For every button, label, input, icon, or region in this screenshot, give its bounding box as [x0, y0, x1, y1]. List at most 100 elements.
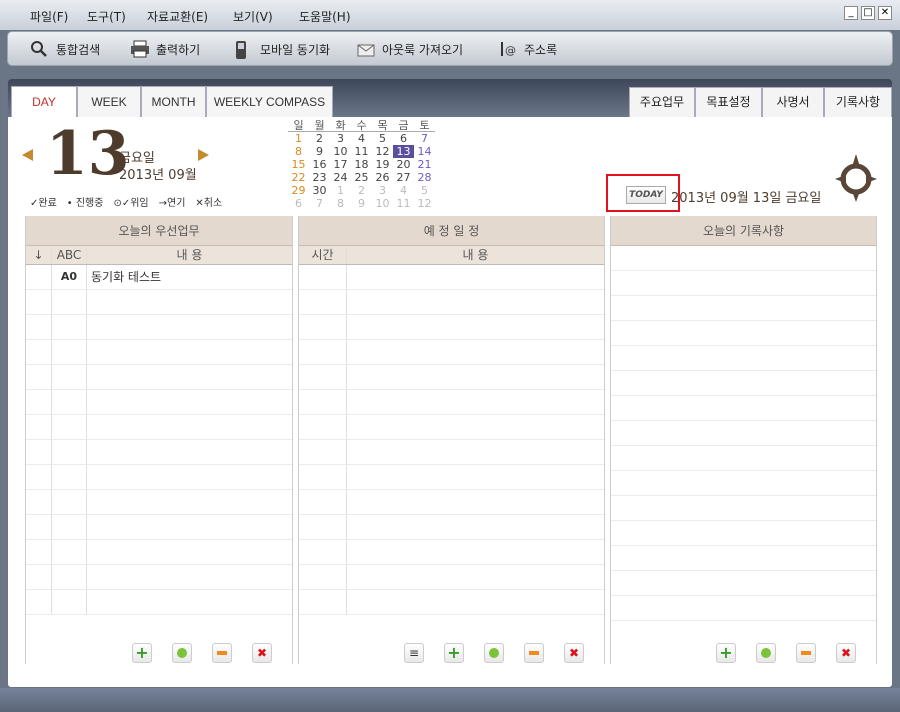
table-row[interactable]: [26, 315, 292, 340]
note-line[interactable]: [611, 421, 876, 446]
delete-button[interactable]: ✖: [252, 643, 272, 663]
table-row[interactable]: [26, 390, 292, 415]
table-row[interactable]: [299, 340, 604, 365]
note-line[interactable]: [611, 446, 876, 471]
mobile-sync-button[interactable]: 모바일 동기화: [234, 40, 330, 59]
note-line[interactable]: [611, 496, 876, 521]
calendar-day[interactable]: 4: [351, 132, 372, 145]
table-row[interactable]: [299, 265, 604, 290]
calendar-day[interactable]: 17: [330, 158, 351, 171]
calendar-day[interactable]: 26: [372, 171, 393, 184]
table-row[interactable]: [299, 440, 604, 465]
note-line[interactable]: [611, 596, 876, 621]
calendar-day[interactable]: 22: [288, 171, 309, 184]
status-button[interactable]: [172, 643, 192, 663]
menu-tools[interactable]: 도구(T): [87, 8, 126, 25]
tab-month[interactable]: MONTH: [141, 86, 206, 117]
calendar-day[interactable]: 28: [414, 171, 435, 184]
table-row[interactable]: A0 동기화 테스트: [26, 265, 292, 290]
note-line[interactable]: [611, 296, 876, 321]
table-row[interactable]: [26, 440, 292, 465]
note-line[interactable]: [611, 346, 876, 371]
minus-button[interactable]: [524, 643, 544, 663]
status-button[interactable]: [756, 643, 776, 663]
status-button[interactable]: [484, 643, 504, 663]
calendar-day[interactable]: 19: [372, 158, 393, 171]
minimize-button[interactable]: _: [844, 6, 858, 20]
calendar-day[interactable]: 2: [309, 132, 330, 145]
calendar-day[interactable]: 27: [393, 171, 414, 184]
calendar-day[interactable]: 11: [351, 145, 372, 158]
note-line[interactable]: [611, 321, 876, 346]
calendar-day[interactable]: 10: [330, 145, 351, 158]
table-row[interactable]: [299, 415, 604, 440]
note-line[interactable]: [611, 546, 876, 571]
today-button[interactable]: TODAY: [626, 186, 666, 204]
calendar-day[interactable]: 20: [393, 158, 414, 171]
note-line[interactable]: [611, 396, 876, 421]
tab-records[interactable]: 기록사항: [824, 87, 892, 117]
table-row[interactable]: [26, 490, 292, 515]
calendar-day-selected[interactable]: 13: [393, 145, 414, 158]
tab-main-tasks[interactable]: 주요업무: [629, 87, 695, 117]
table-row[interactable]: [26, 340, 292, 365]
calendar-day[interactable]: 12: [372, 145, 393, 158]
note-line[interactable]: [611, 471, 876, 496]
delete-button[interactable]: ✖: [836, 643, 856, 663]
add-button[interactable]: +: [444, 643, 464, 663]
table-row[interactable]: [299, 465, 604, 490]
table-row[interactable]: [26, 515, 292, 540]
table-row[interactable]: [26, 415, 292, 440]
list-button[interactable]: ≡: [404, 643, 424, 663]
calendar-day[interactable]: 2: [351, 184, 372, 197]
table-row[interactable]: [26, 365, 292, 390]
calendar-day[interactable]: 6: [393, 132, 414, 145]
menu-file[interactable]: 파일(F): [30, 8, 68, 25]
calendar-day[interactable]: 11: [393, 197, 414, 210]
address-book-button[interactable]: @ 주소록: [498, 40, 557, 58]
sort-column-header[interactable]: ↓: [26, 246, 52, 264]
calendar-day[interactable]: 18: [351, 158, 372, 171]
table-row[interactable]: [299, 365, 604, 390]
table-row[interactable]: [26, 565, 292, 590]
table-row[interactable]: [299, 290, 604, 315]
table-row[interactable]: [26, 290, 292, 315]
note-line[interactable]: [611, 371, 876, 396]
table-row[interactable]: [299, 515, 604, 540]
calendar-day[interactable]: 12: [414, 197, 435, 210]
compass-icon[interactable]: [834, 153, 878, 203]
add-button[interactable]: +: [132, 643, 152, 663]
table-row[interactable]: [26, 540, 292, 565]
tab-goal-setting[interactable]: 목표설정: [695, 87, 762, 117]
calendar-day[interactable]: 21: [414, 158, 435, 171]
calendar-day[interactable]: 1: [288, 132, 309, 145]
calendar-day[interactable]: 24: [330, 171, 351, 184]
close-button[interactable]: ✕: [878, 6, 892, 20]
note-line[interactable]: [611, 271, 876, 296]
prev-day-arrow-icon[interactable]: [22, 149, 33, 161]
table-row[interactable]: [299, 590, 604, 615]
calendar-day[interactable]: 30: [309, 184, 330, 197]
table-row[interactable]: [26, 465, 292, 490]
calendar-day[interactable]: 29: [288, 184, 309, 197]
table-row[interactable]: [26, 590, 292, 615]
tab-day[interactable]: DAY: [11, 86, 77, 117]
table-row[interactable]: [299, 540, 604, 565]
abc-column-header[interactable]: ABC: [52, 246, 87, 264]
print-button[interactable]: 출력하기: [130, 40, 200, 58]
outlook-import-button[interactable]: 아웃룩 가져오기: [356, 40, 463, 58]
calendar-day[interactable]: 8: [330, 197, 351, 210]
tab-weekly-compass[interactable]: WEEKLY COMPASS: [206, 86, 333, 117]
maximize-button[interactable]: □: [861, 6, 875, 20]
menu-help[interactable]: 도움말(H): [299, 8, 351, 25]
table-row[interactable]: [299, 490, 604, 515]
calendar-day[interactable]: 3: [372, 184, 393, 197]
calendar-day[interactable]: 16: [309, 158, 330, 171]
calendar-day[interactable]: 14: [414, 145, 435, 158]
add-button[interactable]: +: [716, 643, 736, 663]
menu-data-exchange[interactable]: 자료교환(E): [147, 8, 208, 25]
integrated-search-button[interactable]: 통합검색: [30, 40, 100, 58]
calendar-day[interactable]: 10: [372, 197, 393, 210]
minus-button[interactable]: [796, 643, 816, 663]
calendar-day[interactable]: 9: [351, 197, 372, 210]
